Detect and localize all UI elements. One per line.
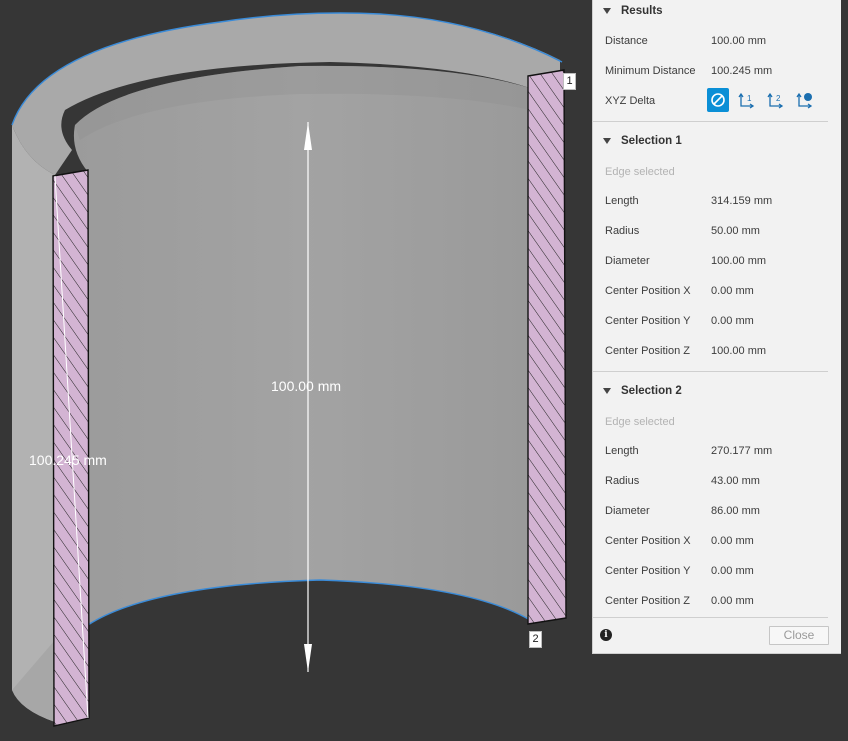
selection-2-status: Edge selected — [605, 416, 675, 428]
property-value: 50.00 mm — [711, 225, 760, 237]
selection-1-row: Center Position Z 100.00 mm — [605, 341, 829, 361]
selection-2-row: Radius 43.00 mm — [605, 471, 829, 491]
result-value: 100.00 mm — [711, 35, 767, 47]
property-value: 314.159 mm — [711, 195, 773, 207]
result-label: XYZ Delta — [605, 95, 656, 107]
property-label: Center Position Y — [605, 315, 691, 327]
selection-1-row: Diameter 100.00 mm — [605, 251, 829, 271]
selection-2-row: Center Position Z 0.00 mm — [605, 591, 829, 611]
xyz-none-button[interactable] — [707, 88, 729, 112]
property-label: Center Position X — [605, 285, 691, 297]
outer-wall-left — [12, 125, 55, 722]
min-distance-label: 100.245 mm — [29, 452, 107, 468]
height-dimension-label: 100.00 mm — [271, 378, 342, 394]
section-divider — [593, 121, 828, 122]
section-face-1 — [527, 69, 567, 625]
selection-marker-2[interactable]: 2 — [529, 631, 542, 648]
property-value: 86.00 mm — [711, 505, 760, 517]
result-value: 100.245 mm — [711, 65, 773, 77]
selection-1-status: Edge selected — [605, 166, 675, 178]
property-label: Radius — [605, 475, 640, 487]
selection-2-row: Center Position Y 0.00 mm — [605, 561, 829, 581]
result-label: Minimum Distance — [605, 65, 696, 77]
xyz-delta-2-button[interactable]: 2 — [765, 88, 787, 112]
measure-panel: Results Distance 100.00 mm Minimum Dista… — [592, 0, 841, 654]
caret-down-icon — [603, 8, 611, 14]
property-value: 0.00 mm — [711, 565, 754, 577]
selection-2-row: Diameter 86.00 mm — [605, 501, 829, 521]
delta-1-icon: 1 — [738, 92, 755, 109]
result-row-distance: Distance 100.00 mm — [605, 31, 829, 51]
info-icon[interactable]: i — [600, 629, 612, 641]
property-value: 100.00 mm — [711, 345, 767, 357]
selection-2-row: Length 270.177 mm — [605, 441, 829, 461]
delta-2-icon: 2 — [767, 92, 784, 109]
selection-2-row: Center Position X 0.00 mm — [605, 531, 829, 551]
selection-2-title: Selection 2 — [621, 385, 682, 397]
section-divider — [593, 617, 828, 618]
property-value: 0.00 mm — [711, 595, 754, 607]
selection-1-header[interactable]: Selection 1 — [593, 130, 829, 152]
property-value: 0.00 mm — [711, 315, 754, 327]
svg-text:1: 1 — [747, 94, 752, 103]
caret-down-icon — [603, 138, 611, 144]
caret-down-icon — [603, 388, 611, 394]
property-label: Diameter — [605, 255, 650, 267]
property-label: Center Position X — [605, 535, 691, 547]
none-icon — [711, 93, 725, 107]
svg-text:2: 2 — [776, 94, 781, 103]
results-header[interactable]: Results — [593, 0, 829, 22]
property-value: 43.00 mm — [711, 475, 760, 487]
property-value: 270.177 mm — [711, 445, 773, 457]
property-label: Length — [605, 445, 639, 457]
property-label: Diameter — [605, 505, 650, 517]
property-label: Center Position Z — [605, 345, 690, 357]
result-row-min-distance: Minimum Distance 100.245 mm — [605, 61, 829, 81]
selection-2-header[interactable]: Selection 2 — [593, 380, 829, 402]
selection-1-title: Selection 1 — [621, 135, 682, 147]
arrow-bottom-icon — [304, 644, 312, 672]
selection-1-row: Length 314.159 mm — [605, 191, 829, 211]
property-value: 100.00 mm — [711, 255, 767, 267]
delta-both-icon — [796, 92, 813, 109]
selection-1-row: Center Position X 0.00 mm — [605, 281, 829, 301]
results-title: Results — [621, 5, 663, 17]
section-divider — [593, 371, 828, 372]
property-label: Center Position Z — [605, 595, 690, 607]
property-label: Length — [605, 195, 639, 207]
property-value: 0.00 mm — [711, 285, 754, 297]
xyz-delta-both-button[interactable] — [794, 88, 816, 112]
selection-1-row: Center Position Y 0.00 mm — [605, 311, 829, 331]
xyz-delta-1-button[interactable]: 1 — [736, 88, 758, 112]
property-label: Center Position Y — [605, 565, 691, 577]
selection-1-row: Radius 50.00 mm — [605, 221, 829, 241]
selection-marker-1[interactable]: 1 — [563, 73, 576, 90]
property-value: 0.00 mm — [711, 535, 754, 547]
inner-surface — [73, 65, 531, 626]
result-label: Distance — [605, 35, 648, 47]
close-button[interactable]: Close — [769, 626, 829, 645]
property-label: Radius — [605, 225, 640, 237]
